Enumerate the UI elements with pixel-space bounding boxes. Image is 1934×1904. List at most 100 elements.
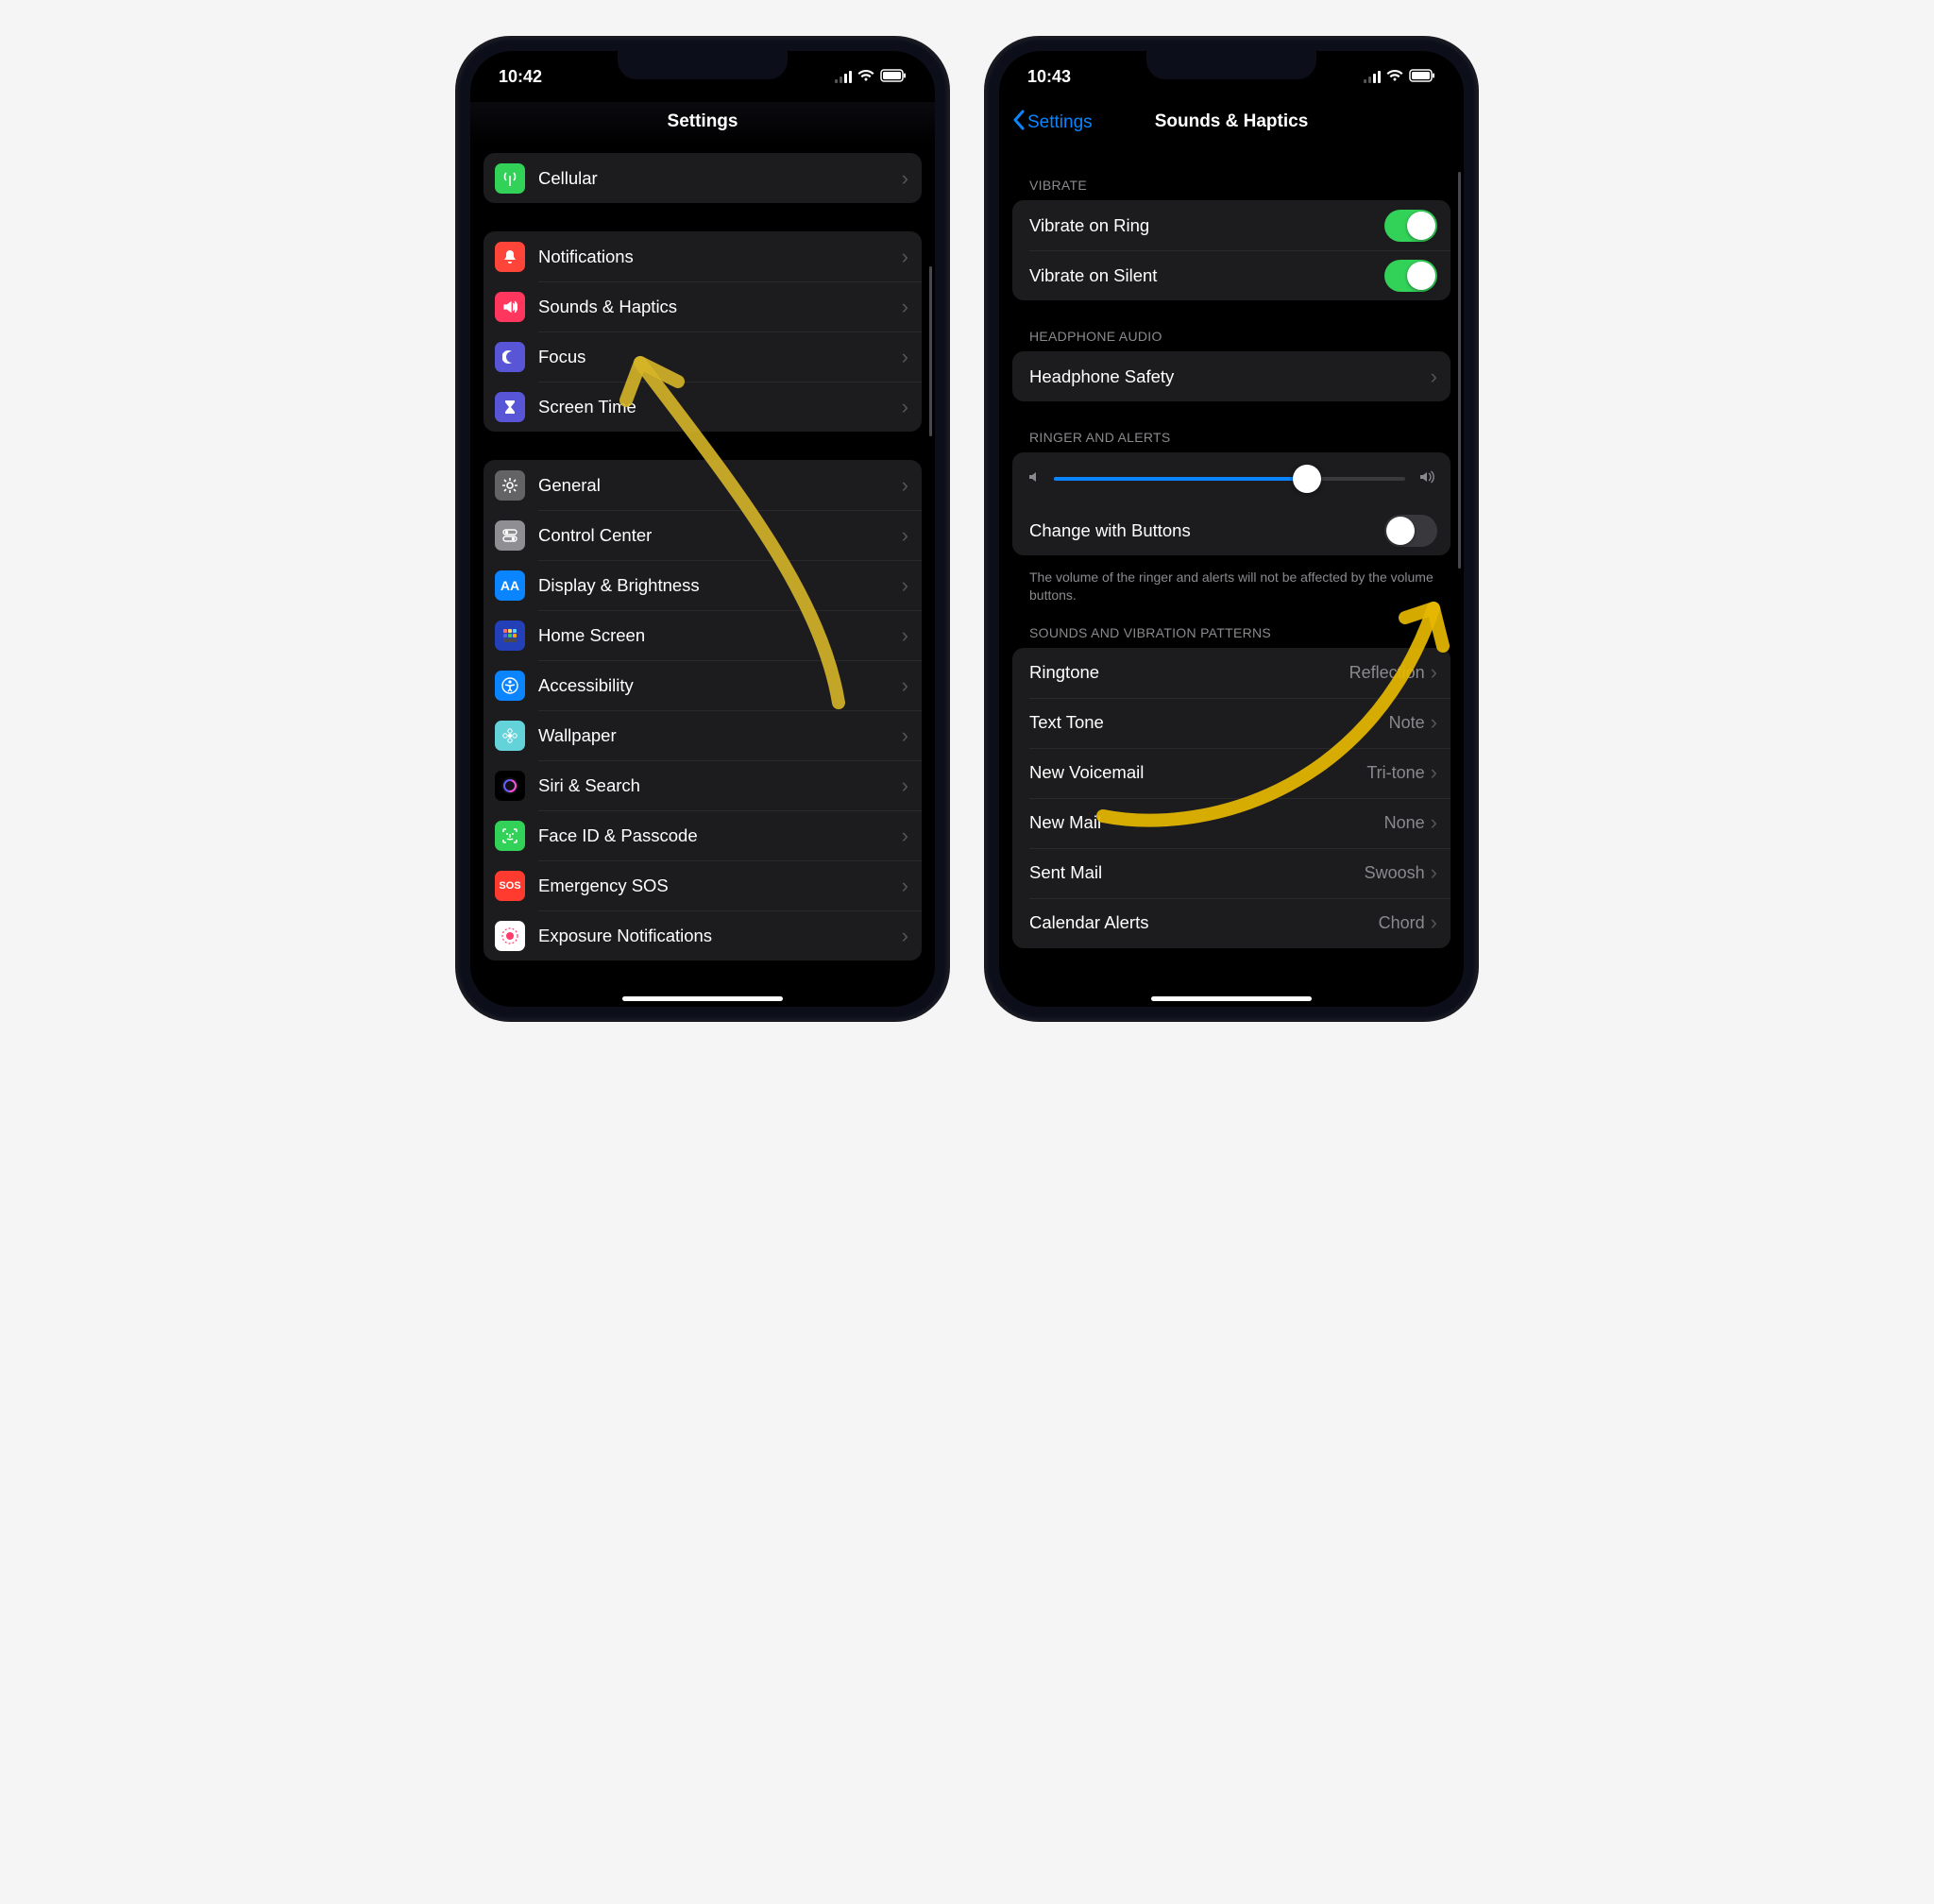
section-header-ringer: Ringer and Alerts — [1012, 430, 1450, 452]
row-sounds-haptics[interactable]: Sounds & Haptics › — [484, 281, 922, 332]
exposure-icon — [495, 921, 525, 951]
status-right — [1364, 67, 1435, 87]
status-time: 10:42 — [499, 67, 542, 87]
wifi-icon — [857, 67, 874, 87]
row-label: Sounds & Haptics — [538, 297, 902, 317]
siri-icon — [495, 771, 525, 801]
row-face-id[interactable]: Face ID & Passcode › — [484, 810, 922, 860]
battery-icon — [1409, 67, 1435, 87]
settings-group: Cellular › — [484, 153, 922, 203]
chevron-right-icon: › — [902, 473, 908, 498]
settings-group: Notifications › Sounds & Haptics › Focus… — [484, 231, 922, 432]
row-exposure-notifications[interactable]: Exposure Notifications › — [484, 910, 922, 960]
row-value: None — [1384, 813, 1425, 833]
switches-icon — [495, 520, 525, 551]
row-label: Vibrate on Silent — [1029, 265, 1384, 286]
row-cellular[interactable]: Cellular › — [484, 153, 922, 203]
row-focus[interactable]: Focus › — [484, 332, 922, 382]
moon-icon — [495, 342, 525, 372]
row-display-brightness[interactable]: AA Display & Brightness › — [484, 560, 922, 610]
settings-group: General › Control Center › AA Display & … — [484, 460, 922, 960]
accessibility-icon — [495, 671, 525, 701]
battery-icon — [880, 67, 907, 87]
row-label: Vibrate on Ring — [1029, 215, 1384, 236]
screen-settings: 10:42 Settings Cellular › — [470, 51, 935, 1007]
cellular-signal-icon — [835, 71, 852, 83]
row-emergency-sos[interactable]: SOS Emergency SOS › — [484, 860, 922, 910]
speaker-icon — [495, 292, 525, 322]
row-label: Calendar Alerts — [1029, 912, 1379, 933]
row-label: Exposure Notifications — [538, 926, 902, 946]
chevron-right-icon: › — [1431, 860, 1437, 885]
hourglass-icon — [495, 392, 525, 422]
row-wallpaper[interactable]: Wallpaper › — [484, 710, 922, 760]
row-new-voicemail[interactable]: New Voicemail Tri-tone › — [1012, 748, 1450, 798]
row-ringtone[interactable]: Ringtone Reflection › — [1012, 648, 1450, 698]
screen-sounds: 10:43 Settings Sounds & Haptics Vibrate … — [999, 51, 1464, 1007]
row-vibrate-on-ring[interactable]: Vibrate on Ring — [1012, 200, 1450, 250]
row-value: Swoosh — [1365, 863, 1425, 883]
row-new-mail[interactable]: New Mail None › — [1012, 798, 1450, 848]
row-label: Notifications — [538, 246, 902, 267]
row-calendar-alerts[interactable]: Calendar Alerts Chord › — [1012, 898, 1450, 948]
scroll-indicator[interactable] — [929, 266, 932, 436]
row-headphone-safety[interactable]: Headphone Safety › — [1012, 351, 1450, 401]
sos-icon: SOS — [495, 871, 525, 901]
chevron-right-icon: › — [902, 523, 908, 548]
row-value: Reflection — [1349, 663, 1425, 683]
row-notifications[interactable]: Notifications › — [484, 231, 922, 281]
row-value: Tri-tone — [1366, 763, 1424, 783]
row-screen-time[interactable]: Screen Time › — [484, 382, 922, 432]
home-indicator[interactable] — [1151, 996, 1312, 1001]
toggle-vibrate-ring[interactable] — [1384, 210, 1437, 242]
chevron-right-icon: › — [902, 824, 908, 848]
chevron-right-icon: › — [1431, 910, 1437, 935]
toggle-change-with-buttons[interactable] — [1384, 515, 1437, 547]
row-value: Note — [1389, 713, 1425, 733]
volume-low-icon — [1027, 470, 1041, 488]
row-label: Change with Buttons — [1029, 520, 1384, 541]
row-text-tone[interactable]: Text Tone Note › — [1012, 698, 1450, 748]
row-change-with-buttons[interactable]: Change with Buttons — [1012, 505, 1450, 555]
row-siri-search[interactable]: Siri & Search › — [484, 760, 922, 810]
chevron-right-icon: › — [902, 245, 908, 269]
row-general[interactable]: General › — [484, 460, 922, 510]
ringer-volume-slider-row — [1012, 452, 1450, 505]
text-size-icon: AA — [495, 570, 525, 601]
chevron-left-icon — [1012, 110, 1026, 136]
chevron-right-icon: › — [1431, 710, 1437, 735]
settings-list[interactable]: Cellular › Notifications › Sounds & Hapt… — [470, 153, 935, 1007]
nav-header: Settings — [470, 102, 935, 145]
bell-icon — [495, 242, 525, 272]
row-label: New Voicemail — [1029, 762, 1366, 783]
row-label: New Mail — [1029, 812, 1384, 833]
cellular-signal-icon — [1364, 71, 1381, 83]
footer-ringer-alerts: The volume of the ringer and alerts will… — [1012, 561, 1450, 625]
row-home-screen[interactable]: Home Screen › — [484, 610, 922, 660]
chevron-right-icon: › — [902, 774, 908, 798]
scroll-indicator[interactable] — [1458, 172, 1461, 569]
vibrate-group: Vibrate on Ring Vibrate on Silent — [1012, 200, 1450, 300]
phone-right: 10:43 Settings Sounds & Haptics Vibrate … — [986, 38, 1477, 1020]
row-value: Chord — [1379, 913, 1425, 933]
back-label: Settings — [1027, 112, 1093, 133]
gear-icon — [495, 470, 525, 501]
row-label: Cellular — [538, 168, 902, 189]
notch — [618, 51, 788, 79]
back-button[interactable]: Settings — [1012, 110, 1093, 136]
faceid-icon — [495, 821, 525, 851]
toggle-vibrate-silent[interactable] — [1384, 260, 1437, 292]
section-header-headphone: Headphone Audio — [1012, 329, 1450, 351]
home-indicator[interactable] — [622, 996, 783, 1001]
row-vibrate-on-silent[interactable]: Vibrate on Silent — [1012, 250, 1450, 300]
row-label: Screen Time — [538, 397, 902, 417]
chevron-right-icon: › — [902, 345, 908, 369]
row-sent-mail[interactable]: Sent Mail Swoosh › — [1012, 848, 1450, 898]
sounds-content[interactable]: Vibrate Vibrate on Ring Vibrate on Silen… — [999, 153, 1464, 1007]
status-right — [835, 67, 907, 87]
section-header-patterns: Sounds and Vibration Patterns — [1012, 625, 1450, 648]
row-accessibility[interactable]: Accessibility › — [484, 660, 922, 710]
nav-header: Settings Sounds & Haptics — [999, 102, 1464, 145]
row-control-center[interactable]: Control Center › — [484, 510, 922, 560]
ringer-volume-slider[interactable] — [1054, 477, 1405, 481]
